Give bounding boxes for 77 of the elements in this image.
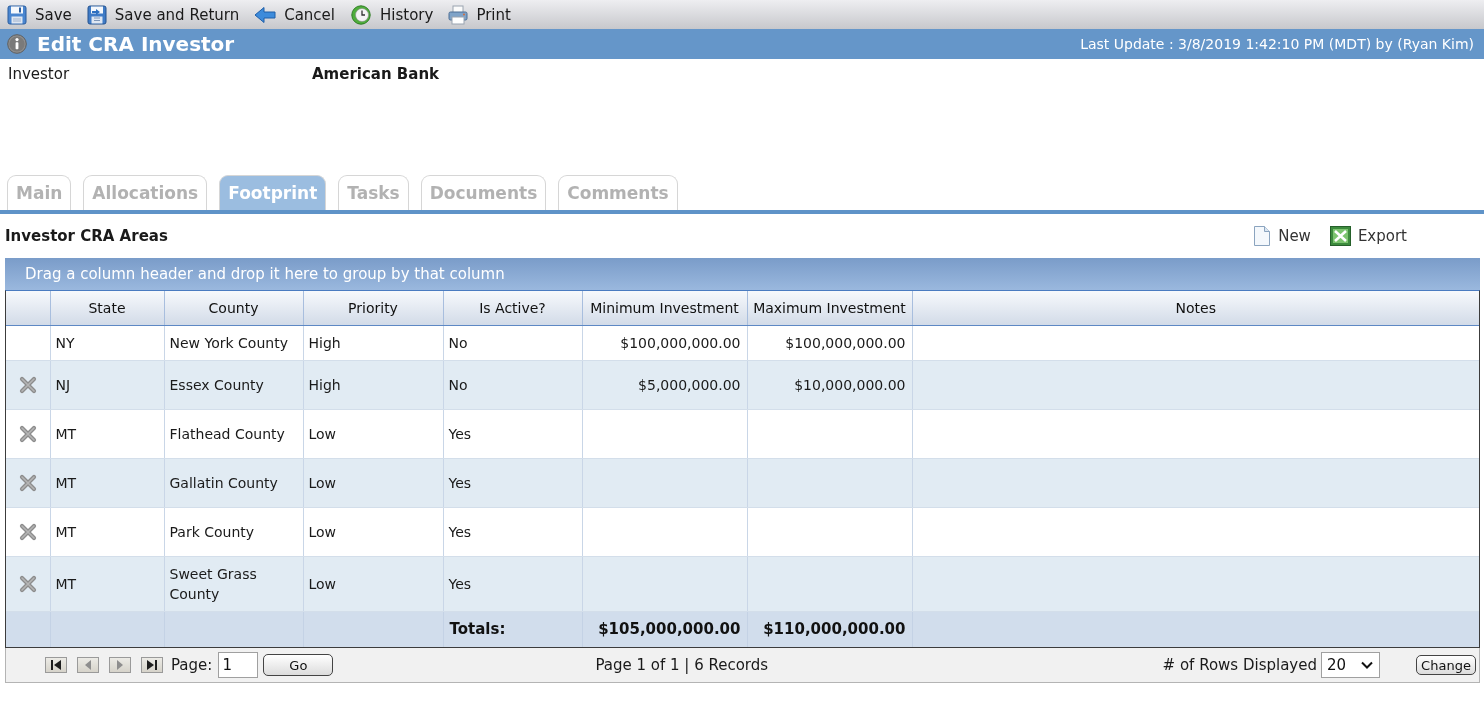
column-header[interactable]: Is Active? (443, 291, 582, 325)
page-label: Page: (171, 656, 213, 674)
table-cell: Low (303, 458, 443, 507)
rows-per-page-select[interactable]: 20 (1321, 652, 1380, 678)
print-button[interactable]: Print (448, 2, 511, 27)
cancel-button[interactable]: Cancel (254, 2, 335, 27)
table-cell: $100,000,000.00 (582, 325, 747, 360)
last-page-icon (147, 660, 157, 670)
column-header[interactable]: Notes (912, 291, 1479, 325)
table-cell: Flathead County (164, 409, 303, 458)
table-cell: Yes (443, 507, 582, 556)
arrow-left-icon (254, 4, 277, 25)
new-button[interactable]: New (1253, 225, 1311, 247)
table-cell: MT (50, 458, 164, 507)
delete-icon[interactable] (18, 424, 37, 443)
table-cell: Low (303, 556, 443, 611)
table-cell: High (303, 360, 443, 409)
table-cell: MT (50, 409, 164, 458)
table-cell: Park County (164, 507, 303, 556)
section-title: Investor CRA Areas (5, 227, 168, 245)
previous-page-icon (85, 660, 91, 670)
document-icon (1253, 225, 1272, 247)
column-header[interactable]: County (164, 291, 303, 325)
page-summary: Page 1 of 1 | 6 Records (595, 656, 769, 674)
totals-cell: $105,000,000.00 (582, 611, 747, 647)
table-cell: Gallatin County (164, 458, 303, 507)
first-page-button[interactable] (45, 657, 67, 673)
table-cell: Yes (443, 409, 582, 458)
table-cell: Sweet Grass County (164, 556, 303, 611)
table-cell: High (303, 325, 443, 360)
table-cell: $10,000,000.00 (747, 360, 912, 409)
totals-cell: $110,000,000.00 (747, 611, 912, 647)
history-button[interactable]: History (350, 2, 434, 27)
table-cell: MT (50, 556, 164, 611)
table-cell: $100,000,000.00 (747, 325, 912, 360)
change-button[interactable]: Change (1416, 655, 1476, 675)
column-header[interactable]: State (50, 291, 164, 325)
page-title: Edit CRA Investor (37, 32, 235, 56)
page-input[interactable]: 1 (218, 652, 259, 678)
table-cell: Yes (443, 458, 582, 507)
table-cell: NY (50, 325, 164, 360)
save-and-return-button[interactable]: Save and Return (86, 2, 240, 27)
table-cell: Yes (443, 556, 582, 611)
go-button[interactable]: Go (263, 654, 334, 676)
first-page-icon (51, 660, 61, 670)
next-page-button[interactable] (109, 657, 131, 673)
column-header[interactable]: Maximum Investment (747, 291, 912, 325)
delete-icon[interactable] (18, 574, 37, 593)
previous-page-button[interactable] (77, 657, 99, 673)
spreadsheet-icon (1329, 226, 1351, 246)
clock-icon (350, 4, 372, 25)
rows-label: # of Rows Displayed (1162, 656, 1317, 674)
table-cell: New York County (164, 325, 303, 360)
table-cell: Low (303, 409, 443, 458)
save-button[interactable]: Save (7, 2, 72, 27)
last-page-button[interactable] (141, 657, 163, 673)
info-icon (7, 34, 27, 54)
column-header[interactable]: Priority (303, 291, 443, 325)
table-cell: $5,000,000.00 (582, 360, 747, 409)
table-cell: Essex County (164, 360, 303, 409)
printer-icon (448, 4, 469, 25)
column-header[interactable]: Minimum Investment (582, 291, 747, 325)
chevron-down-icon (1361, 661, 1373, 669)
delete-icon[interactable] (18, 473, 37, 492)
next-page-icon (117, 660, 123, 670)
delete-icon[interactable] (18, 522, 37, 541)
table-cell: Low (303, 507, 443, 556)
table-cell: No (443, 325, 582, 360)
totals-label: Totals: (443, 611, 582, 647)
export-button[interactable]: Export (1329, 226, 1407, 246)
field-value: American Bank (312, 65, 440, 83)
table-cell: No (443, 360, 582, 409)
last-update-text: Last Update : 3/8/2019 1:42:10 PM (MDT) by (Ryan Kim) (1080, 36, 1474, 52)
delete-icon[interactable] (18, 375, 37, 394)
table-cell: MT (50, 507, 164, 556)
table-cell: NJ (50, 360, 164, 409)
field-label: Investor (8, 65, 71, 83)
